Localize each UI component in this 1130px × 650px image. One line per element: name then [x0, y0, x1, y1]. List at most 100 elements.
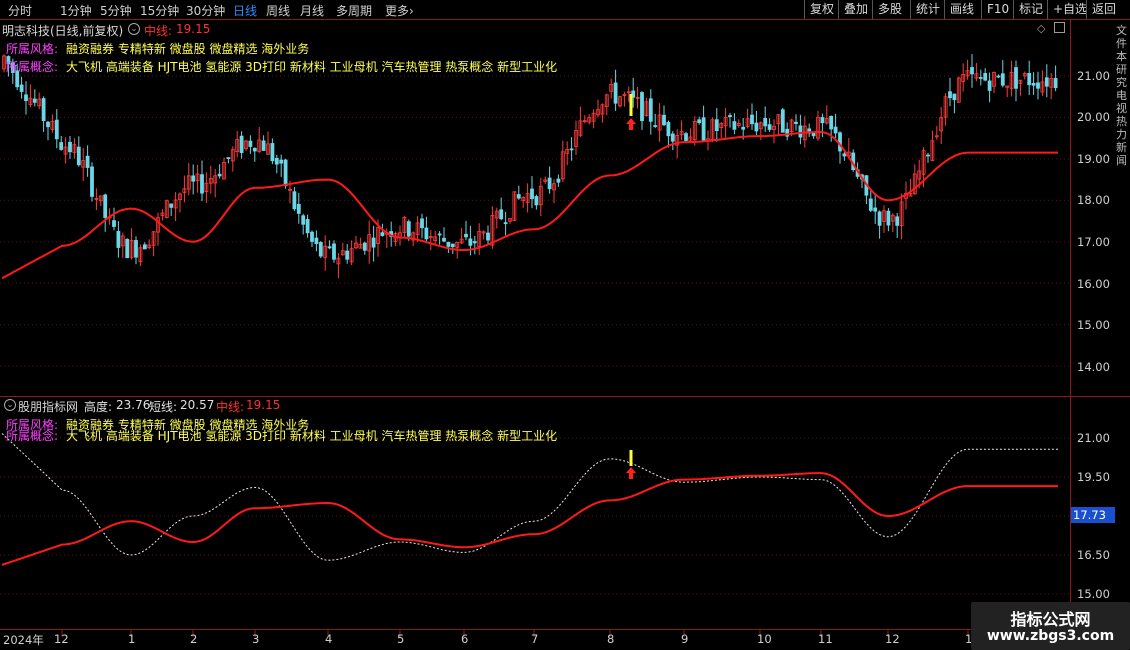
- concept-label: 所属概念:: [6, 60, 59, 74]
- main-mid-label: 中线:: [144, 24, 173, 38]
- concept-tags: 大飞机 高端装备 HJT电池 氢能源 3D打印 新材料 工业母机 汽车热管理 热…: [66, 60, 558, 74]
- candle-down: [169, 203, 174, 208]
- month-tick: 4: [325, 632, 333, 646]
- month-tick: 1: [128, 632, 136, 646]
- candle-down: [978, 77, 983, 79]
- candle-down: [305, 219, 310, 234]
- candle-down: [794, 121, 798, 124]
- candle-down: [90, 166, 94, 197]
- candle-down: [314, 237, 319, 244]
- style-tags: 融资融券 专精特新 微盘股 微盘精选 海外业务: [66, 42, 310, 56]
- candle-down: [248, 140, 253, 147]
- candle-down: [732, 121, 737, 130]
- year-label: 2024年: [3, 633, 44, 647]
- candle-down: [41, 98, 46, 122]
- candle-down: [283, 159, 288, 187]
- short-label: 短线:: [149, 400, 178, 414]
- candle-down: [54, 119, 59, 140]
- side-text-column: 文件本研究电视热力新闻: [1116, 24, 1127, 167]
- candle-down: [714, 119, 719, 132]
- price-tick: 18.00: [1077, 193, 1110, 207]
- price-tick: 14.00: [1077, 360, 1110, 374]
- candle-down: [556, 178, 561, 183]
- candle-down: [503, 222, 508, 225]
- candle-down: [486, 232, 490, 241]
- circle-chevron-icon[interactable]: ⌄: [128, 23, 140, 35]
- candle-down: [842, 153, 847, 157]
- candle-down: [662, 114, 666, 126]
- candle-down: [437, 233, 442, 236]
- short-value: 20.57: [180, 398, 215, 412]
- candle-down: [464, 233, 468, 238]
- candle-down: [85, 155, 90, 168]
- kline-chart[interactable]: [0, 0, 1130, 650]
- candle-down: [32, 98, 37, 103]
- height-label: 高度:: [84, 400, 113, 414]
- candle-down: [380, 232, 385, 237]
- candle-down: [112, 220, 116, 227]
- candle-down: [886, 210, 891, 226]
- candle-down: [895, 216, 900, 226]
- sub-circle-chevron-icon[interactable]: ⌄: [4, 399, 16, 411]
- price-tick: 21.00: [1077, 69, 1110, 83]
- candle-down: [750, 114, 754, 125]
- candle-down: [327, 246, 332, 249]
- candle-down: [1000, 73, 1005, 86]
- sub-concept-label: 所属概念:: [6, 429, 59, 443]
- candle-down: [516, 194, 521, 199]
- signal-bar-sub: [629, 450, 633, 466]
- candle-down: [1031, 82, 1036, 86]
- signal-bar-main: [629, 94, 633, 116]
- candle-down: [24, 94, 28, 101]
- buy-arrow-icon: [626, 118, 636, 130]
- candle-down: [534, 196, 539, 206]
- candle-down: [873, 207, 878, 212]
- indicator-title: 股朋指标网: [18, 400, 79, 414]
- candle-down: [46, 121, 50, 128]
- candle-down: [829, 115, 834, 130]
- candle-down: [983, 73, 988, 81]
- watermark: 指标公式网 www.zbgs3.com: [971, 602, 1130, 650]
- candle-down: [261, 140, 266, 151]
- price-tick: 15.00: [1077, 318, 1110, 332]
- candle-down: [103, 194, 108, 218]
- candle-down: [613, 82, 618, 104]
- month-tick: 9: [681, 632, 689, 646]
- candle-down: [767, 124, 772, 130]
- candle-down: [442, 237, 446, 242]
- maximize-icon[interactable]: [1054, 22, 1065, 33]
- candle-down: [292, 191, 297, 210]
- candle-down: [648, 98, 653, 122]
- candle-down: [640, 92, 644, 122]
- candle-down: [926, 154, 930, 157]
- candle-down: [666, 121, 671, 137]
- candle-down: [1014, 67, 1018, 89]
- month-tick: 10: [757, 632, 772, 646]
- candle-down: [424, 227, 429, 240]
- candle-down: [270, 143, 275, 162]
- candle-down: [952, 93, 957, 101]
- candle-down: [200, 174, 204, 194]
- candle-down: [754, 122, 759, 132]
- candle-down: [68, 141, 72, 153]
- candle-down: [239, 135, 244, 153]
- current-value-badge: 17.73: [1071, 507, 1115, 523]
- candle-down: [1036, 82, 1040, 89]
- diamond-icon[interactable]: ◇: [1037, 22, 1045, 35]
- candle-down: [191, 175, 196, 182]
- month-tick: 2: [190, 632, 198, 646]
- month-tick: 11: [818, 632, 833, 646]
- candle-down: [296, 204, 301, 214]
- candle-down: [274, 157, 279, 165]
- candle-down: [701, 117, 706, 141]
- candle-down: [446, 241, 451, 247]
- candle-down: [76, 146, 81, 166]
- month-tick: 7: [531, 632, 539, 646]
- indicator-tick: 21.00: [1077, 431, 1110, 445]
- candle-down: [868, 198, 873, 211]
- month-tick: 5: [397, 632, 405, 646]
- candle-down: [332, 243, 336, 260]
- candle-down: [468, 238, 473, 246]
- candle-down: [697, 119, 702, 124]
- sub-mid-value: 19.15: [246, 398, 281, 412]
